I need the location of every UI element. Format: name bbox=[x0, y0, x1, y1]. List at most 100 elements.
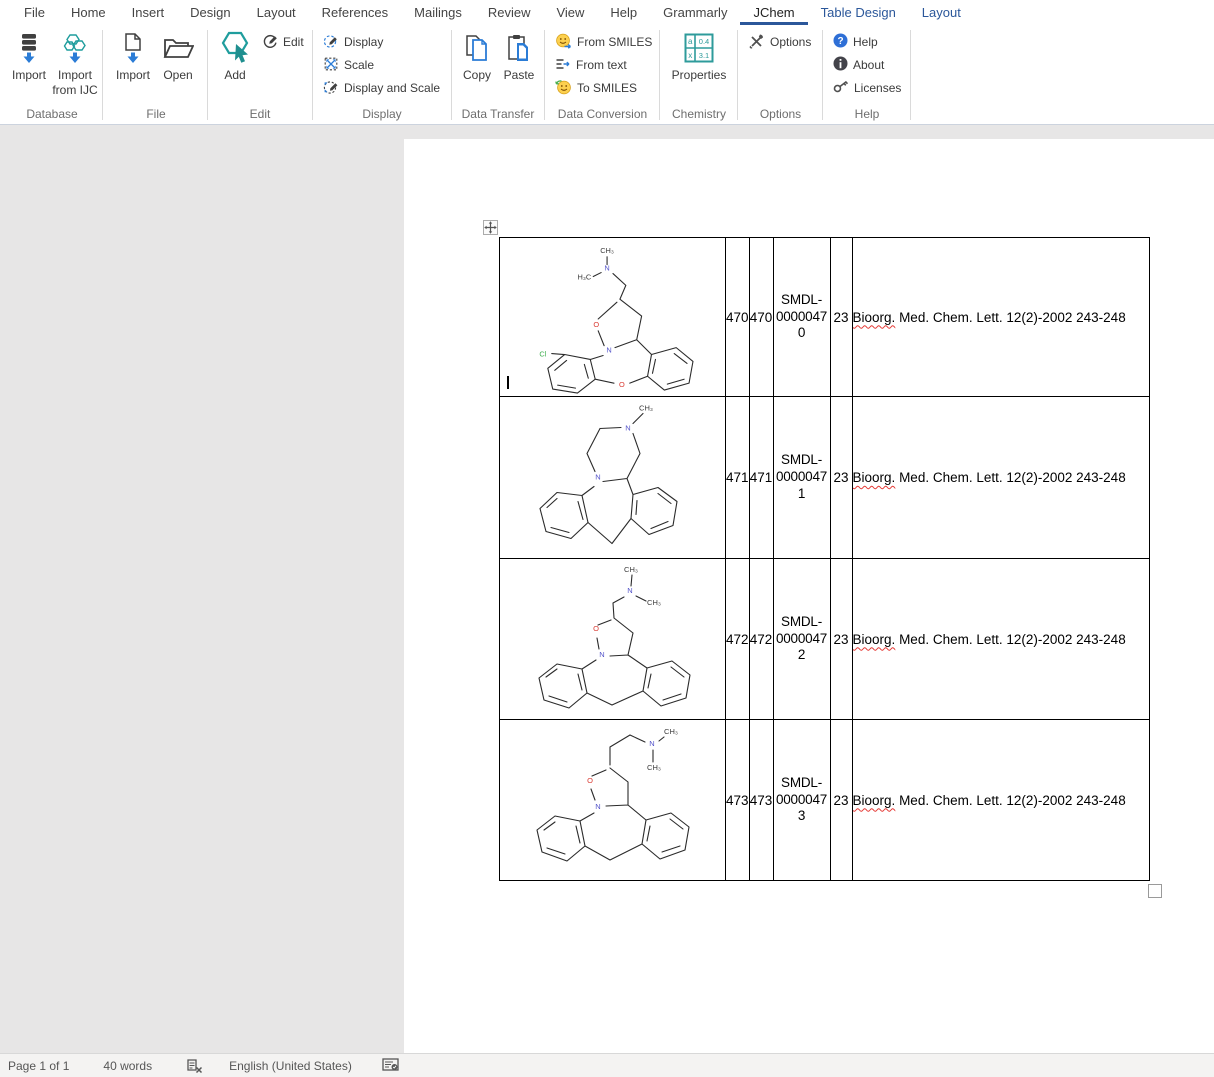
to-smiles-button[interactable]: To SMILES bbox=[555, 78, 637, 98]
tab-grammarly[interactable]: Grammarly bbox=[650, 0, 740, 25]
properties-grid-icon: a 0.4 x 3.1 bbox=[684, 31, 714, 65]
file-open-button[interactable]: Open bbox=[158, 31, 198, 83]
tab-design[interactable]: Design bbox=[177, 0, 243, 25]
tab-insert[interactable]: Insert bbox=[119, 0, 178, 25]
document-page[interactable]: CH₃ N H₃C O N Cl O 470 470 SMDL-00000470… bbox=[404, 139, 1214, 1053]
add-structure-button[interactable]: Add bbox=[216, 31, 254, 83]
svg-text:3.1: 3.1 bbox=[699, 51, 709, 60]
tab-layout[interactable]: Layout bbox=[244, 0, 309, 25]
copy-icon bbox=[464, 31, 490, 65]
group-data-transfer: Copy Paste Data Transfer bbox=[454, 25, 542, 124]
cell-id-a[interactable]: 471 bbox=[726, 397, 750, 559]
structure-table: CH₃ N H₃C O N Cl O 470 470 SMDL-00000470… bbox=[499, 237, 1150, 881]
from-text-button[interactable]: From text bbox=[555, 55, 627, 75]
scale-button[interactable]: Scale bbox=[323, 55, 374, 75]
group-label-data-transfer: Data Transfer bbox=[454, 107, 542, 121]
svg-text:CH₃: CH₃ bbox=[664, 727, 678, 736]
display-and-scale-button[interactable]: Display and Scale bbox=[323, 78, 440, 98]
svg-text:N: N bbox=[604, 264, 609, 273]
tab-review[interactable]: Review bbox=[475, 0, 544, 25]
cell-smdl[interactable]: SMDL-00000470 bbox=[773, 238, 830, 397]
cell-smdl[interactable]: SMDL-00000472 bbox=[773, 559, 830, 720]
svg-text:N: N bbox=[595, 802, 600, 811]
licenses-button[interactable]: Licenses bbox=[833, 78, 901, 98]
tab-view[interactable]: View bbox=[543, 0, 597, 25]
tab-jchem[interactable]: JChem bbox=[740, 0, 807, 25]
cell-id-a[interactable]: 473 bbox=[726, 720, 750, 881]
open-folder-icon bbox=[162, 31, 194, 65]
text-predictions-icon[interactable] bbox=[372, 1058, 409, 1073]
cell-ref[interactable]: 23 bbox=[830, 559, 852, 720]
edit-structure-button[interactable]: Edit bbox=[262, 32, 304, 52]
word-window: File Home Insert Design Layout Reference… bbox=[0, 0, 1214, 1077]
group-chemistry: a 0.4 x 3.1 Properties Chemistry bbox=[662, 25, 736, 124]
cell-citation[interactable]: Bioorg. Med. Chem. Lett. 12(2)-2002 243-… bbox=[852, 559, 1149, 720]
svg-text:?: ? bbox=[837, 36, 843, 47]
group-label-file: File bbox=[106, 107, 206, 121]
svg-text:N: N bbox=[606, 346, 611, 355]
chemical-structure-472: CH₃ N CH₃ O N bbox=[500, 559, 725, 719]
cell-citation[interactable]: Bioorg. Med. Chem. Lett. 12(2)-2002 243-… bbox=[852, 397, 1149, 559]
cell-id-a[interactable]: 472 bbox=[726, 559, 750, 720]
database-import-button[interactable]: Import bbox=[8, 31, 50, 83]
properties-button[interactable]: a 0.4 x 3.1 Properties bbox=[670, 31, 728, 83]
tools-icon bbox=[748, 33, 765, 52]
svg-text:N: N bbox=[595, 473, 600, 482]
copy-button[interactable]: Copy bbox=[458, 31, 496, 83]
cell-id-b[interactable]: 472 bbox=[749, 559, 773, 720]
paste-button[interactable]: Paste bbox=[500, 31, 538, 83]
cell-smdl[interactable]: SMDL-00000473 bbox=[773, 720, 830, 881]
cell-id-b[interactable]: 473 bbox=[749, 720, 773, 881]
group-options: Options Options bbox=[740, 25, 821, 124]
structure-cell-472[interactable]: CH₃ N CH₃ O N bbox=[500, 559, 726, 720]
options-button[interactable]: Options bbox=[748, 32, 811, 52]
table-move-handle[interactable] bbox=[483, 220, 498, 235]
cell-smdl[interactable]: SMDL-00000471 bbox=[773, 397, 830, 559]
help-button[interactable]: ? Help bbox=[833, 32, 878, 52]
cell-ref[interactable]: 23 bbox=[830, 238, 852, 397]
about-button[interactable]: About bbox=[833, 55, 884, 75]
group-label-data-conversion: Data Conversion bbox=[547, 107, 658, 121]
database-import-from-ijc-button[interactable]: Importfrom IJC bbox=[50, 31, 100, 98]
display-button[interactable]: Display bbox=[323, 32, 383, 52]
svg-text:H₃C: H₃C bbox=[578, 272, 592, 281]
word-count[interactable]: 40 words bbox=[93, 1059, 162, 1073]
structure-cell-471[interactable]: CH₃ N N bbox=[500, 397, 726, 559]
group-label-display: Display bbox=[315, 107, 449, 121]
ribbon: Import Importfrom IJC Database Import bbox=[0, 25, 1214, 125]
tab-help[interactable]: Help bbox=[597, 0, 650, 25]
cell-citation[interactable]: Bioorg. Med. Chem. Lett. 12(2)-2002 243-… bbox=[852, 238, 1149, 397]
tab-home[interactable]: Home bbox=[58, 0, 119, 25]
smiley-back-arrow-icon bbox=[555, 79, 572, 98]
table-resize-handle[interactable] bbox=[1148, 884, 1162, 898]
tab-references[interactable]: References bbox=[309, 0, 401, 25]
misspelled-word: Bioorg. bbox=[853, 310, 896, 325]
from-smiles-button[interactable]: From SMILES bbox=[555, 32, 652, 52]
file-import-button[interactable]: Import bbox=[112, 31, 154, 83]
structure-cell-470[interactable]: CH₃ N H₃C O N Cl O bbox=[500, 238, 726, 397]
page-indicator[interactable]: Page 1 of 1 bbox=[0, 1059, 79, 1073]
cell-citation[interactable]: Bioorg. Med. Chem. Lett. 12(2)-2002 243-… bbox=[852, 720, 1149, 881]
cell-id-b[interactable]: 471 bbox=[749, 397, 773, 559]
key-icon bbox=[833, 79, 849, 98]
proofing-errors-icon[interactable] bbox=[176, 1058, 213, 1074]
chemical-structure-473: CH₃ N CH₃ O N bbox=[500, 720, 725, 880]
chemical-structure-471: CH₃ N N bbox=[500, 397, 725, 558]
cell-id-a[interactable]: 470 bbox=[726, 238, 750, 397]
cell-ref[interactable]: 23 bbox=[830, 397, 852, 559]
group-edit: Add Edit Edit bbox=[210, 25, 310, 124]
tab-file[interactable]: File bbox=[11, 0, 58, 25]
cell-id-b[interactable]: 470 bbox=[749, 238, 773, 397]
tab-mailings[interactable]: Mailings bbox=[401, 0, 475, 25]
cell-ref[interactable]: 23 bbox=[830, 720, 852, 881]
structure-cell-473[interactable]: CH₃ N CH₃ O N bbox=[500, 720, 726, 881]
svg-text:CH₃: CH₃ bbox=[647, 763, 661, 772]
tab-table-design[interactable]: Table Design bbox=[808, 0, 909, 25]
language-indicator[interactable]: English (United States) bbox=[219, 1059, 362, 1073]
status-bar: Page 1 of 1 40 words English (United Sta… bbox=[0, 1053, 1214, 1077]
svg-text:CH₃: CH₃ bbox=[600, 246, 614, 255]
svg-text:0.4: 0.4 bbox=[699, 37, 709, 46]
tab-table-layout[interactable]: Layout bbox=[909, 0, 974, 25]
group-label-chemistry: Chemistry bbox=[662, 107, 736, 121]
group-database: Import Importfrom IJC Database bbox=[4, 25, 100, 124]
